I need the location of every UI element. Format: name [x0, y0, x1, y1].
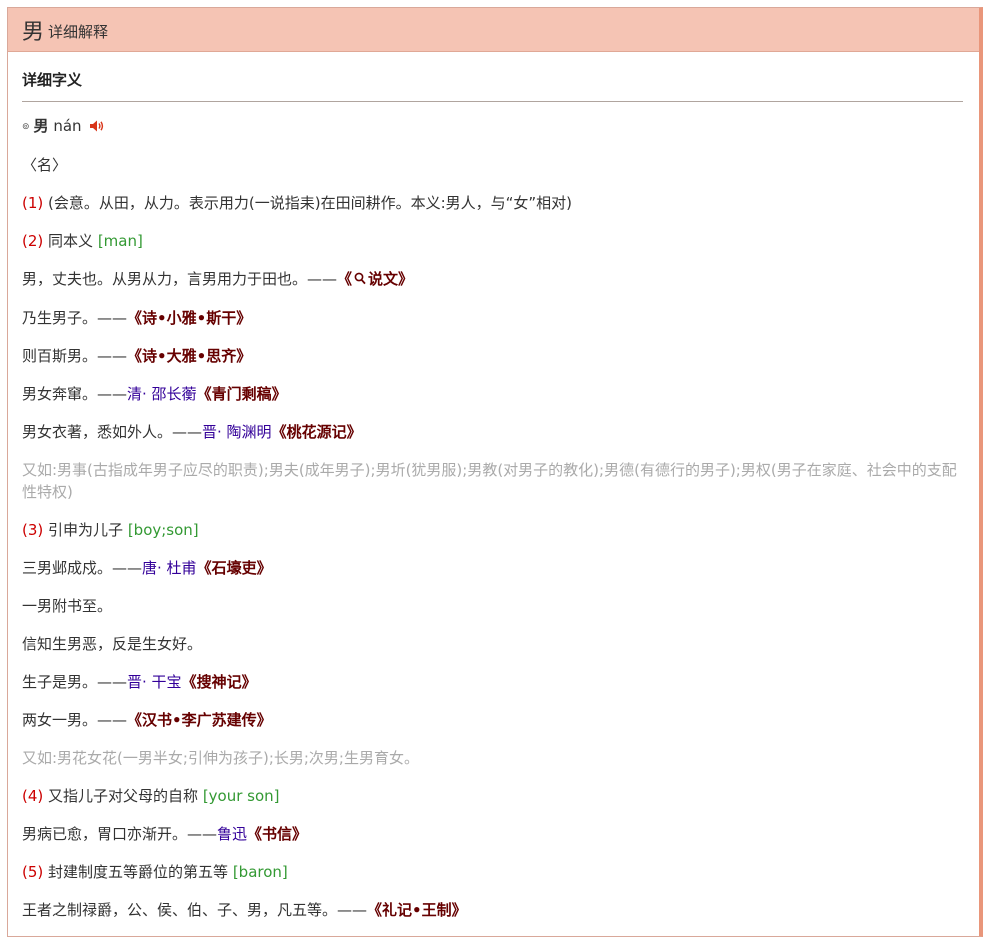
example-row: 信知生男恶，反是生女好。: [22, 633, 963, 655]
example-row: 一男附书至。: [22, 595, 963, 617]
example-row: 男女衣著，悉如外人。——晋· 陶渊明《桃花源记》: [22, 421, 963, 443]
example-text: 生子是男。——: [22, 673, 128, 691]
example-row: 则百斯男。——《诗•大雅•思齐》: [22, 345, 963, 367]
example-row: 生子是男。——晋· 干宝《搜神记》: [22, 671, 963, 693]
example-row: 男，丈夫也。从男从力，言男用力于田也。——《 说文》: [22, 268, 963, 291]
header-subtitle: 详细解释: [48, 23, 109, 41]
example-text: 则百斯男。——: [22, 347, 128, 365]
example-source[interactable]: 《诗•小雅•斯干》: [127, 309, 251, 327]
english-gloss: [man]: [97, 232, 143, 250]
definition-number: (1): [22, 194, 44, 212]
pronunciation-row: ⊚ 男 nán: [22, 115, 963, 139]
definition-panel: 男 详细解释 详细字义 ⊚ 男 nán 〈名〉 (1) (会意。从田，从力。表示用…: [7, 7, 983, 937]
example-author[interactable]: 唐· 杜甫: [142, 559, 197, 577]
definition-number: (2): [22, 232, 44, 250]
example-author[interactable]: 清· 邵长蘅: [127, 385, 197, 403]
definition-number: (5): [22, 863, 44, 881]
example-text: 信知生男恶，反是生女好。: [22, 635, 203, 653]
example-text: 乃生男子。——: [22, 309, 128, 327]
example-text: 两女一男。——: [22, 711, 128, 729]
source-open: 《: [337, 270, 353, 288]
pronunciation-char: 男: [33, 117, 49, 135]
definition-row: (4) 又指儿子对父母的自称 [your son]: [22, 785, 963, 807]
example-source[interactable]: 《书信》: [247, 825, 307, 843]
example-text: 一男附书至。: [22, 597, 113, 615]
example-text: 男女衣著，悉如外人。——: [22, 423, 203, 441]
example-text: 王者之制禄爵，公、侯、伯、子、男，凡五等。——: [22, 901, 368, 919]
speaker-icon[interactable]: [89, 117, 105, 139]
example-text: 男女奔窜。——: [22, 385, 128, 403]
example-row: 两女一男。——《汉书•李广苏建传》: [22, 709, 963, 731]
example-text: 男病已愈，胃口亦渐开。——: [22, 825, 218, 843]
definition-text: (会意。从田，从力。表示用力(一说指耒)在田间耕作。本义:男人，与“女”相对): [48, 194, 573, 212]
entries-list: (1) (会意。从田，从力。表示用力(一说指耒)在田间耕作。本义:男人，与“女”…: [22, 192, 963, 921]
example-row: 男女奔窜。——清· 邵长蘅《青门剩稿》: [22, 383, 963, 405]
example-row: 王者之制禄爵，公、侯、伯、子、男，凡五等。——《礼记•王制》: [22, 899, 963, 921]
note-row: 又如:男事(古指成年男子应尽的职责);男夫(成年男子);男圻(犹男服);男教(对…: [22, 461, 957, 501]
definition-row: (5) 封建制度五等爵位的第五等 [baron]: [22, 861, 963, 883]
bullet-icon: ⊚: [22, 122, 30, 132]
example-source[interactable]: 《搜神记》: [182, 673, 257, 691]
definition-number: (3): [22, 521, 44, 539]
definition-text: 又指儿子对父母的自称: [48, 787, 199, 805]
example-source[interactable]: 《诗•大雅•思齐》: [127, 347, 251, 365]
definition-number: (4): [22, 787, 44, 805]
pinyin: nán: [53, 117, 82, 135]
section-title: 详细字义: [22, 52, 963, 102]
example-source[interactable]: 《青门剩稿》: [197, 385, 287, 403]
header-char: 男: [22, 19, 45, 45]
definition-row: (1) (会意。从田，从力。表示用力(一说指耒)在田间耕作。本义:男人，与“女”…: [22, 192, 963, 214]
source-close: 》: [398, 270, 414, 288]
example-text: 三男邺成戍。——: [22, 559, 143, 577]
example-author[interactable]: 晋· 陶渊明: [202, 423, 272, 441]
example-row: 三男邺成戍。——唐· 杜甫《石壕吏》: [22, 557, 963, 579]
example-source[interactable]: 《汉书•李广苏建传》: [127, 711, 272, 729]
panel-content: 详细字义 ⊚ 男 nán 〈名〉 (1) (会意。从田，从力。表示用力(一说指耒)…: [8, 52, 979, 921]
example-text: 男，丈夫也。从男从力，言男用力于田也。——: [22, 270, 338, 288]
definition-text: 同本义: [48, 232, 94, 250]
example-author[interactable]: 晋· 干宝: [127, 673, 182, 691]
definition-row: (3) 引申为儿子 [boy;son]: [22, 519, 963, 541]
english-gloss: [boy;son]: [127, 521, 199, 539]
note-row: 又如:男花女花(一男半女;引伸为孩子);长男;次男;生男育女。: [22, 749, 419, 767]
definition-text: 封建制度五等爵位的第五等: [48, 863, 229, 881]
english-gloss: [your son]: [202, 787, 280, 805]
example-row: 男病已愈，胃口亦渐开。——鲁迅《书信》: [22, 823, 963, 845]
example-author[interactable]: 鲁迅: [217, 825, 247, 843]
example-row: 乃生男子。——《诗•小雅•斯干》: [22, 307, 963, 329]
panel-header: 男 详细解释: [8, 8, 979, 52]
definition-text: 引申为儿子: [48, 521, 124, 539]
example-source[interactable]: 《桃花源记》: [272, 423, 362, 441]
example-source[interactable]: 《石壕吏》: [197, 559, 272, 577]
definition-row: (2) 同本义 [man]: [22, 230, 963, 252]
english-gloss: [baron]: [232, 863, 288, 881]
part-of-speech: 〈名〉: [22, 156, 68, 174]
search-icon[interactable]: [354, 269, 366, 291]
example-source[interactable]: 《礼记•王制》: [367, 901, 467, 919]
example-source[interactable]: 说文: [368, 270, 398, 288]
